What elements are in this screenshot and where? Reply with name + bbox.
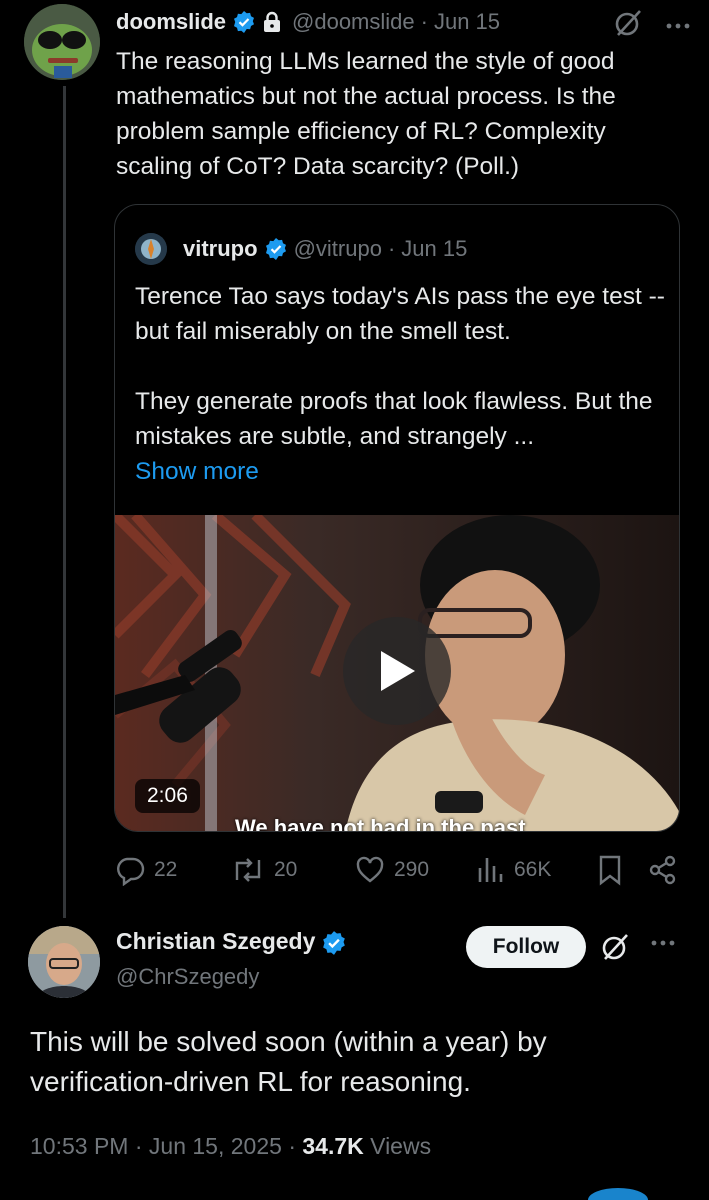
- verified-badge-icon: [264, 237, 288, 261]
- reply-count: 22: [154, 858, 178, 881]
- like-button[interactable]: 290: [354, 850, 429, 890]
- retweet-button[interactable]: 20: [230, 850, 297, 890]
- separator-dot: ·: [134, 1133, 143, 1159]
- like-count: 290: [394, 858, 430, 881]
- quote-header: vitrupo @vitrupo · Jun 15: [135, 233, 467, 265]
- quoted-tweet-card[interactable]: vitrupo @vitrupo · Jun 15 Terence Tao sa…: [114, 204, 680, 832]
- show-more-link[interactable]: Show more: [135, 454, 665, 489]
- verified-badge-icon: [321, 930, 346, 955]
- view-count[interactable]: 34.7K: [302, 1133, 363, 1159]
- post-full-date[interactable]: Jun 15, 2025: [149, 1133, 282, 1159]
- play-button[interactable]: [343, 617, 451, 725]
- post-time[interactable]: 10:53 PM: [30, 1133, 128, 1159]
- post-metadata: 10:53 PM · Jun 15, 2025 · 34.7K Views: [30, 1133, 431, 1160]
- more-options-icon[interactable]: [650, 934, 676, 952]
- thread-connector-line: [63, 86, 66, 918]
- quote-author-handle[interactable]: @vitrupo: [294, 236, 382, 262]
- video-subtitle: We have not had in the past: [235, 815, 526, 832]
- doomslide-avatar[interactable]: [24, 4, 100, 80]
- quote-paragraph-1: Terence Tao says today's AIs pass the ey…: [135, 283, 665, 345]
- reply-text: This will be solved soon (within a year)…: [30, 1026, 547, 1097]
- views-count: 66K: [514, 858, 552, 881]
- author-name[interactable]: doomslide: [116, 9, 226, 35]
- reply-author-name-row: Christian Szegedy: [116, 928, 351, 955]
- tweet1-text: The reasoning LLMs learned the style of …: [116, 48, 616, 180]
- bookmark-icon: [599, 855, 621, 886]
- quote-text: Terence Tao says today's AIs pass the ey…: [135, 279, 665, 489]
- grok-icon[interactable]: [600, 932, 630, 967]
- video-player[interactable]: 2:06 We have not had in the past: [115, 515, 679, 832]
- verified-badge-icon: [232, 10, 256, 34]
- reply-author-name[interactable]: Christian Szegedy: [116, 928, 315, 955]
- tweet1-top-actions: [613, 8, 691, 38]
- views-button[interactable]: 66K: [476, 850, 551, 890]
- christian-szegedy-avatar[interactable]: [28, 926, 100, 998]
- tweet-action-bar: 22 20 290 66K: [114, 850, 680, 890]
- heart-icon: [356, 856, 384, 883]
- retweet-count: 20: [274, 858, 298, 881]
- reply-button[interactable]: 22: [114, 850, 177, 890]
- separator-dot: ·: [288, 1133, 296, 1159]
- retweet-icon: [235, 858, 261, 882]
- share-icon: [649, 855, 676, 885]
- reply-icon: [117, 857, 145, 886]
- quote-author-name[interactable]: vitrupo: [183, 236, 258, 262]
- grok-icon[interactable]: [613, 8, 643, 38]
- views-label: Views: [370, 1133, 432, 1159]
- tweet1-header: doomslide @doomslide · Jun 15: [116, 6, 500, 38]
- bookmark-button[interactable]: [596, 850, 624, 890]
- follow-button[interactable]: Follow: [466, 926, 586, 968]
- vitrupo-avatar[interactable]: [135, 233, 167, 265]
- separator-dot: ·: [387, 236, 396, 261]
- video-duration: 2:06: [135, 779, 200, 813]
- separator-dot: ·: [420, 9, 428, 34]
- reply-author-handle[interactable]: @ChrSzegedy: [116, 964, 259, 990]
- floating-compose-button-edge[interactable]: [588, 1188, 648, 1200]
- author-handle[interactable]: @doomslide: [292, 9, 415, 35]
- analytics-bar-icon: [478, 858, 503, 882]
- quote-date[interactable]: Jun 15: [401, 236, 467, 262]
- share-button[interactable]: [648, 850, 678, 890]
- post-date[interactable]: Jun 15: [434, 9, 500, 35]
- quote-paragraph-2: They generate proofs that look flawless.…: [135, 388, 653, 450]
- more-options-icon[interactable]: [665, 13, 691, 33]
- lock-icon: [262, 11, 282, 33]
